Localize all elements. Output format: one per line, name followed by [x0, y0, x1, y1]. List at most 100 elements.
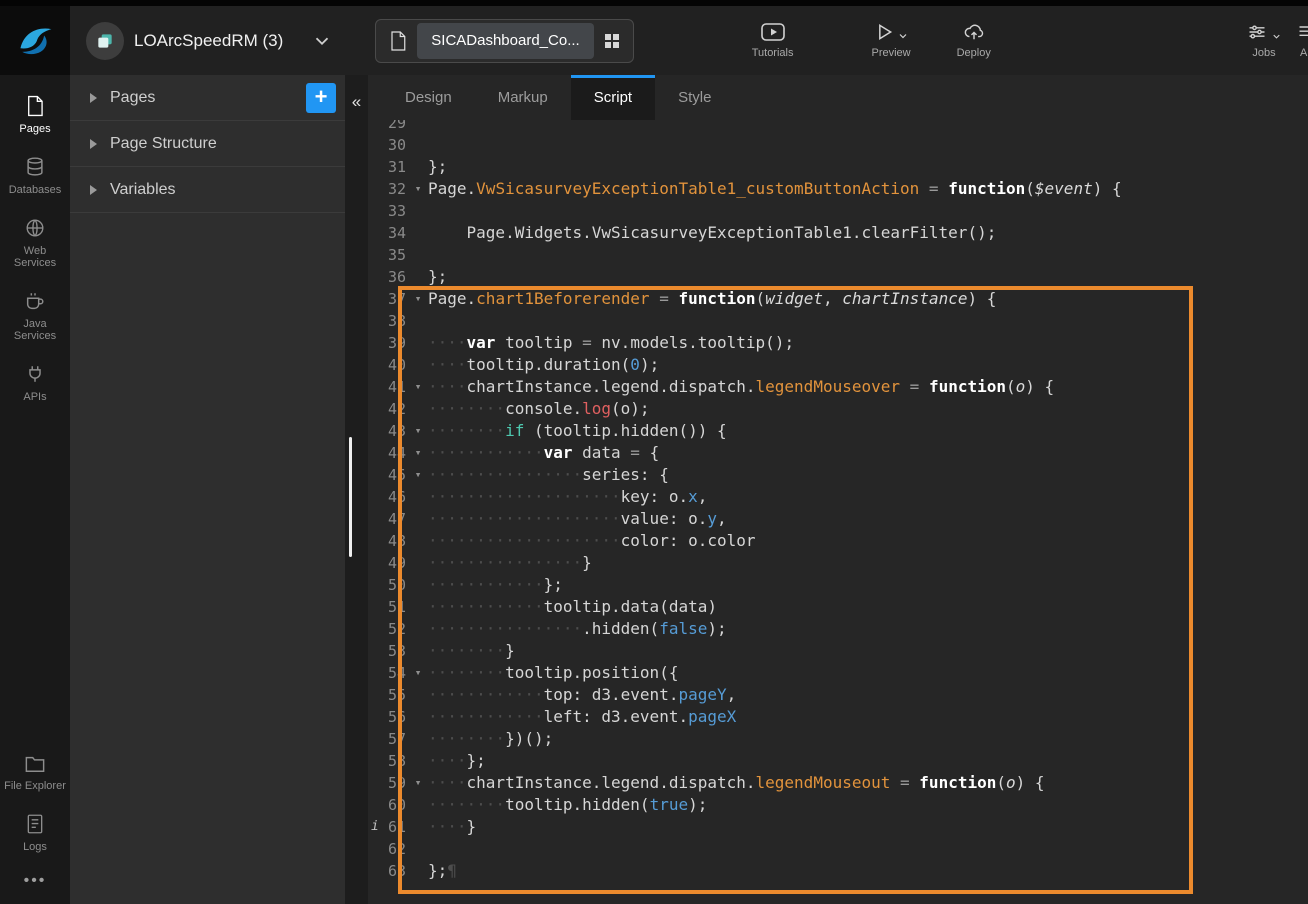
editor-area: Design Markup Script Style 293031};32▾Pa…: [368, 75, 1308, 904]
panel-scrollbar[interactable]: [349, 437, 352, 557]
fold-gutter: [408, 508, 428, 530]
artifacts-button[interactable]: Art: [1296, 22, 1308, 59]
collapse-panel-button[interactable]: «: [345, 87, 368, 117]
add-page-button[interactable]: +: [306, 83, 336, 113]
tab-style[interactable]: Style: [655, 75, 734, 120]
rail-item-databases[interactable]: Databases: [0, 146, 70, 207]
preview-button[interactable]: Preview: [871, 22, 910, 59]
fold-marker-icon[interactable]: ▾: [408, 288, 428, 310]
chevron-down-icon[interactable]: [897, 30, 909, 42]
code-line[interactable]: 50············};: [368, 574, 1308, 596]
tab-script[interactable]: Script: [571, 75, 655, 120]
code-line[interactable]: 63};¶: [368, 860, 1308, 882]
code-line[interactable]: 40····tooltip.duration(0);: [368, 354, 1308, 376]
rail-label: Databases: [9, 184, 62, 196]
code-line[interactable]: 54▾········tooltip.position({: [368, 662, 1308, 684]
rail-item-pages[interactable]: Pages: [0, 85, 70, 146]
code-text: ····var tooltip = nv.models.tooltip();: [428, 332, 1308, 354]
rail-more-button[interactable]: •••: [24, 864, 47, 904]
code-text: };¶: [428, 860, 1308, 882]
line-number: 50: [368, 574, 408, 596]
panel-section-page-structure[interactable]: Page Structure: [70, 121, 345, 167]
code-text: ············tooltip.data(data): [428, 596, 1308, 618]
play-icon: [874, 22, 894, 42]
code-line[interactable]: 44▾············var data = {: [368, 442, 1308, 464]
code-line[interactable]: 56············left: d3.event.pageX: [368, 706, 1308, 728]
fold-marker-icon[interactable]: ▾: [408, 178, 428, 200]
line-number: 32: [368, 178, 408, 200]
rail-label: File Explorer: [4, 780, 66, 792]
line-number: 37: [368, 288, 408, 310]
code-line[interactable]: 51············tooltip.data(data): [368, 596, 1308, 618]
code-line[interactable]: 42········console.log(o);: [368, 398, 1308, 420]
code-line[interactable]: 33: [368, 200, 1308, 222]
pages-panel: Pages + Page Structure Variables: [70, 75, 345, 904]
tutorials-button[interactable]: Tutorials: [752, 22, 794, 59]
code-line[interactable]: 37▾Page.chart1Beforerender = function(wi…: [368, 288, 1308, 310]
code-line[interactable]: 53········}: [368, 640, 1308, 662]
line-number: 40: [368, 354, 408, 376]
panel-section-variables[interactable]: Variables: [70, 167, 345, 213]
code-line[interactable]: 35: [368, 244, 1308, 266]
fold-gutter: [408, 706, 428, 728]
code-line[interactable]: 32▾Page.VwSicasurveyExceptionTable1_cust…: [368, 178, 1308, 200]
code-line[interactable]: 52················.hidden(false);: [368, 618, 1308, 640]
page-tab-title: SICADashboard_Co...: [417, 23, 593, 59]
line-number: 33: [368, 200, 408, 222]
code-line[interactable]: 57········})();: [368, 728, 1308, 750]
jobs-button[interactable]: Jobs: [1246, 22, 1282, 59]
fold-marker-icon[interactable]: ▾: [408, 662, 428, 684]
code-line[interactable]: 55············top: d3.event.pageY,: [368, 684, 1308, 706]
code-text: Page.VwSicasurveyExceptionTable1_customB…: [428, 178, 1308, 200]
chevron-down-icon[interactable]: [311, 30, 333, 52]
tab-design[interactable]: Design: [382, 75, 475, 120]
panel-section-pages[interactable]: Pages +: [70, 75, 345, 121]
fold-gutter: [408, 640, 428, 662]
code-text: ················series: {: [428, 464, 1308, 486]
code-line[interactable]: 41▾····chartInstance.legend.dispatch.leg…: [368, 376, 1308, 398]
code-line[interactable]: 46····················key: o.x,: [368, 486, 1308, 508]
fold-marker-icon[interactable]: ▾: [408, 376, 428, 398]
tab-markup[interactable]: Markup: [475, 75, 571, 120]
code-text: [428, 200, 1308, 222]
deploy-button[interactable]: Deploy: [957, 22, 991, 59]
grid-icon[interactable]: [604, 33, 620, 49]
code-line[interactable]: 36};: [368, 266, 1308, 288]
chevron-down-icon[interactable]: [1271, 31, 1282, 42]
rail-item-logs[interactable]: Logs: [0, 803, 70, 864]
fold-marker-icon[interactable]: ▾: [408, 420, 428, 442]
code-line[interactable]: 30: [368, 134, 1308, 156]
code-line[interactable]: 59▾····chartInstance.legend.dispatch.leg…: [368, 772, 1308, 794]
artifacts-label: Art: [1300, 47, 1308, 59]
code-line[interactable]: 49················}: [368, 552, 1308, 574]
rail-item-java-services[interactable]: Java Services: [0, 280, 70, 353]
app-logo[interactable]: [0, 6, 70, 75]
code-line[interactable]: 31};: [368, 156, 1308, 178]
code-text: ····};: [428, 750, 1308, 772]
fold-marker-icon[interactable]: ▾: [408, 442, 428, 464]
open-page-tab[interactable]: SICADashboard_Co...: [375, 19, 633, 63]
code-line[interactable]: 60········tooltip.hidden(true);: [368, 794, 1308, 816]
code-line[interactable]: 39····var tooltip = nv.models.tooltip();: [368, 332, 1308, 354]
code-line[interactable]: 47····················value: o.y,: [368, 508, 1308, 530]
code-text: Page.chart1Beforerender = function(widge…: [428, 288, 1308, 310]
code-line[interactable]: 34 Page.Widgets.VwSicasurveyExceptionTab…: [368, 222, 1308, 244]
deploy-label: Deploy: [957, 47, 991, 59]
rail-item-web-services[interactable]: Web Services: [0, 207, 70, 280]
fold-gutter: [408, 354, 428, 376]
code-line[interactable]: 38: [368, 310, 1308, 332]
youtube-icon: [760, 22, 786, 42]
rail-item-apis[interactable]: APIs: [0, 353, 70, 414]
code-line[interactable]: 48····················color: o.color: [368, 530, 1308, 552]
code-line[interactable]: 43▾········if (tooltip.hidden()) {: [368, 420, 1308, 442]
code-editor[interactable]: 293031};32▾Page.VwSicasurveyExceptionTab…: [368, 112, 1308, 904]
code-line[interactable]: 62: [368, 838, 1308, 860]
code-line[interactable]: i61····}: [368, 816, 1308, 838]
fold-marker-icon[interactable]: ▾: [408, 772, 428, 794]
rail-item-file-explorer[interactable]: File Explorer: [0, 744, 70, 803]
code-line[interactable]: 45▾················series: {: [368, 464, 1308, 486]
project-selector[interactable]: LOArcSpeedRM (3): [86, 22, 333, 60]
code-line[interactable]: 58····};: [368, 750, 1308, 772]
fold-gutter: [408, 222, 428, 244]
fold-marker-icon[interactable]: ▾: [408, 464, 428, 486]
